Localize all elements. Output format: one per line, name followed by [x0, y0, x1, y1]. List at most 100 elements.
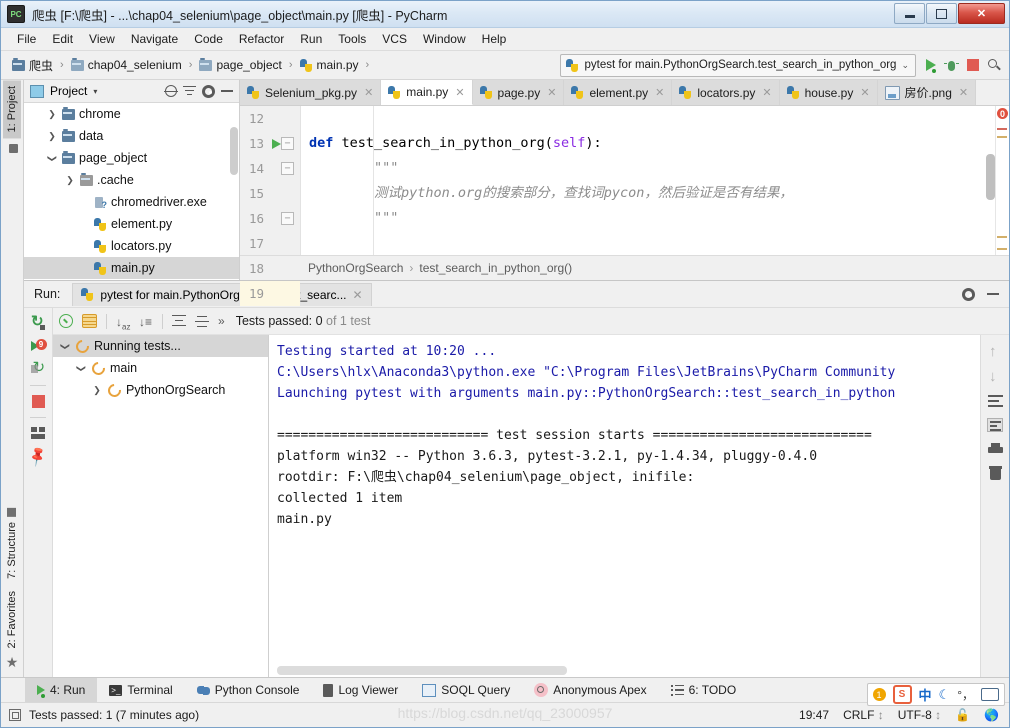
close-icon[interactable]: ✕	[455, 86, 464, 99]
expand-all-icon[interactable]	[172, 314, 186, 328]
notification-badge[interactable]: 1	[872, 688, 886, 701]
tree-node-element-py[interactable]: element.py	[24, 213, 239, 235]
project-scrollbar[interactable]	[230, 127, 238, 175]
project-tree[interactable]: chrome data page_object	[24, 103, 239, 280]
menu-view[interactable]: View	[81, 30, 123, 48]
editor-gutter[interactable]: 12 13 − 14 − 15 16 − 17 18 19	[240, 106, 301, 306]
chevron-right-icon[interactable]	[64, 175, 76, 186]
menu-run[interactable]: Run	[292, 30, 330, 48]
close-icon[interactable]: ✕	[860, 86, 869, 99]
line-separator[interactable]: CRLF ↕	[843, 708, 884, 722]
layout-icon[interactable]	[31, 427, 45, 439]
menu-window[interactable]: Window	[415, 30, 474, 48]
test-node-pythonorgsearch[interactable]: PythonOrgSearch	[53, 379, 268, 401]
auto-test-icon[interactable]	[30, 358, 46, 376]
tree-node-chromedriver[interactable]: chromedriver.exe	[24, 191, 239, 213]
bottom-tab-python-console[interactable]: Python Console	[185, 678, 312, 702]
hide-icon[interactable]	[221, 90, 233, 92]
error-stripe[interactable]: 0	[995, 106, 1009, 255]
bottom-tab-log-viewer[interactable]: Log Viewer	[311, 678, 410, 702]
console-output[interactable]: Testing started at 10:20 ... C:\Users\hl…	[269, 335, 980, 677]
stop-icon[interactable]	[31, 395, 45, 408]
tab-page-py[interactable]: page.py ✕	[472, 80, 565, 105]
test-node-main[interactable]: main	[53, 357, 268, 379]
unlocked-icon[interactable]: 🔓	[955, 708, 970, 722]
tab-house-py[interactable]: house.py ✕	[779, 80, 878, 105]
fold-icon[interactable]: −	[281, 162, 294, 175]
sort-by-duration-icon[interactable]: ↓≡	[139, 315, 153, 329]
debug-icon[interactable]	[944, 59, 959, 72]
tab-main-py[interactable]: main.py ✕	[381, 80, 473, 105]
close-icon[interactable]: ✕	[762, 86, 771, 99]
tree-node-chrome[interactable]: chrome	[24, 103, 239, 125]
tab-selenium-pkg-py[interactable]: Selenium_pkg.py ✕	[240, 80, 382, 105]
chevron-down-icon[interactable]	[59, 341, 71, 352]
run-icon[interactable]	[926, 59, 936, 73]
chevron-down-icon[interactable]	[75, 363, 87, 374]
sidebar-item-structure[interactable]: 7: Structure	[3, 502, 21, 585]
test-node-running[interactable]: Running tests...	[53, 335, 268, 357]
menu-code[interactable]: Code	[186, 30, 231, 48]
sidebar-item-favorites[interactable]: 2: Favorites	[3, 585, 21, 654]
close-icon[interactable]: ✕	[959, 86, 968, 99]
breadcrumb-item-main-py[interactable]: main.py	[297, 56, 362, 74]
fold-icon[interactable]: −	[281, 212, 294, 225]
file-encoding[interactable]: UTF-8 ↕	[898, 708, 941, 722]
ime-mode-label[interactable]: 中	[919, 685, 932, 704]
bottom-tab-run[interactable]: 4: Run	[25, 678, 98, 702]
pin-icon[interactable]: 📌	[26, 445, 50, 469]
tree-node-locators-py[interactable]: locators.py	[24, 235, 239, 257]
caret-position[interactable]: 19:47	[799, 708, 829, 722]
collapse-all-icon[interactable]	[183, 85, 196, 97]
breadcrumb-item-page-object[interactable]: page_object	[196, 56, 284, 74]
tree-node-page-object[interactable]: page_object	[24, 147, 239, 169]
console-horizontal-scrollbar[interactable]	[277, 666, 567, 675]
tree-node-data[interactable]: data	[24, 125, 239, 147]
bottom-tab-soql-query[interactable]: SOQL Query	[410, 678, 522, 702]
trash-icon[interactable]	[988, 466, 1002, 480]
close-icon[interactable]: ✕	[547, 86, 556, 99]
menu-refactor[interactable]: Refactor	[231, 30, 292, 48]
sidebar-item-project[interactable]: 1: Project	[3, 80, 21, 139]
breadcrumb-item-project[interactable]: 爬虫	[9, 55, 56, 76]
run-configuration-selector[interactable]: pytest for main.PythonOrgSearch.test_sea…	[560, 53, 916, 77]
globe-icon[interactable]: 🌎	[984, 708, 999, 722]
bottom-tab-anonymous-apex[interactable]: Anonymous Apex	[522, 678, 658, 702]
minimize-button[interactable]	[894, 3, 925, 24]
minimize-icon[interactable]	[987, 293, 999, 295]
moon-icon[interactable]: ☾	[939, 687, 951, 703]
keyboard-icon[interactable]	[981, 688, 999, 701]
arrow-down-icon[interactable]: ↓	[989, 369, 1001, 384]
run-tab[interactable]: pytest for main.PythonOrgSearch.test_sea…	[72, 282, 372, 306]
chevron-down-icon[interactable]: ▾	[93, 87, 97, 96]
menu-help[interactable]: Help	[474, 30, 515, 48]
menu-tools[interactable]: Tools	[330, 30, 374, 48]
editor-vertical-scrollbar[interactable]	[986, 154, 995, 200]
breadcrumb-class[interactable]: PythonOrgSearch	[308, 261, 403, 275]
target-icon[interactable]	[164, 85, 178, 97]
breadcrumb-item-chap04[interactable]: chap04_selenium	[68, 56, 185, 74]
arrow-up-icon[interactable]: ↑	[989, 344, 1001, 359]
run-gutter-icon[interactable]	[272, 138, 281, 149]
tree-node-cache[interactable]: .cache	[24, 169, 239, 191]
chevron-down-icon[interactable]	[46, 153, 58, 164]
gear-icon[interactable]	[962, 287, 975, 301]
tree-node-page-py[interactable]: page.py	[24, 279, 239, 280]
event-log-icon[interactable]	[9, 709, 21, 721]
menu-edit[interactable]: Edit	[44, 30, 81, 48]
rerun-icon[interactable]	[31, 312, 45, 330]
stop-icon[interactable]	[967, 59, 979, 71]
close-icon[interactable]: ✕	[353, 288, 363, 302]
check-circle-icon[interactable]	[59, 314, 73, 328]
chevron-right-icon[interactable]: »	[218, 314, 225, 328]
close-icon[interactable]: ✕	[364, 86, 373, 99]
bottom-tab-todo[interactable]: 6: TODO	[659, 678, 749, 702]
punctuation-mode-label[interactable]: °，	[957, 686, 974, 703]
soft-wrap-icon[interactable]	[987, 395, 1003, 407]
close-button[interactable]: ✕	[958, 3, 1005, 24]
tab-fangjia-png[interactable]: 房价.png ✕	[877, 80, 977, 105]
test-results-tree[interactable]: Running tests... main	[53, 335, 269, 677]
chevron-right-icon[interactable]	[91, 385, 103, 396]
close-icon[interactable]: ✕	[655, 86, 664, 99]
breadcrumb-method[interactable]: test_search_in_python_org()	[419, 261, 572, 275]
